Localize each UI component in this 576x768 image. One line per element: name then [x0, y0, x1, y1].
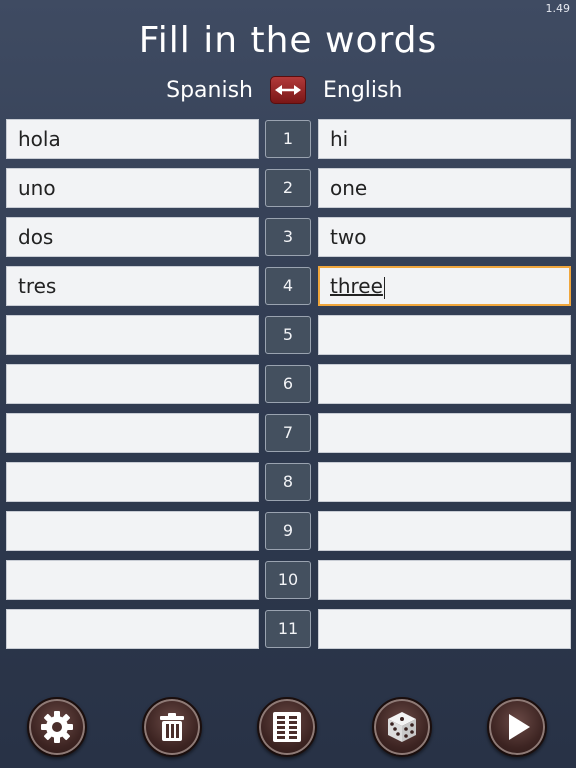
- swap-arrows-icon: [275, 85, 301, 95]
- list-icon: [273, 712, 301, 742]
- random-button[interactable]: [372, 697, 432, 757]
- word-row: 7: [0, 413, 576, 453]
- target-word-text: one: [330, 176, 368, 200]
- target-word-field[interactable]: hi: [318, 119, 571, 159]
- trash-icon: [160, 713, 184, 741]
- target-word-field[interactable]: [318, 511, 571, 551]
- target-word-field[interactable]: two: [318, 217, 571, 257]
- row-number: 3: [265, 218, 311, 256]
- row-number: 6: [265, 365, 311, 403]
- page-title: Fill in the words: [138, 20, 438, 61]
- target-word-field[interactable]: [318, 560, 571, 600]
- source-word-text: tres: [18, 274, 57, 298]
- source-word-field[interactable]: [6, 609, 259, 649]
- source-word-field[interactable]: [6, 560, 259, 600]
- source-word-field[interactable]: tres: [6, 266, 259, 306]
- source-word-field[interactable]: [6, 413, 259, 453]
- target-word-field[interactable]: [318, 609, 571, 649]
- word-row: tres 4 three: [0, 266, 576, 306]
- word-list-button[interactable]: [257, 697, 317, 757]
- source-word-text: hola: [18, 127, 61, 151]
- source-word-field[interactable]: [6, 315, 259, 355]
- play-button[interactable]: [487, 697, 547, 757]
- source-word-field[interactable]: uno: [6, 168, 259, 208]
- source-word-text: uno: [18, 176, 56, 200]
- swap-languages-button[interactable]: [270, 76, 306, 104]
- row-number: 9: [265, 512, 311, 550]
- word-row: 5: [0, 315, 576, 355]
- word-row: dos 3 two: [0, 217, 576, 257]
- gear-icon: [41, 711, 73, 743]
- target-word-text: hi: [330, 127, 349, 151]
- target-language-label: English: [323, 78, 403, 103]
- delete-button[interactable]: [142, 697, 202, 757]
- row-number: 7: [265, 414, 311, 452]
- text-cursor: [383, 276, 385, 299]
- row-number: 5: [265, 316, 311, 354]
- target-word-field-active[interactable]: three: [318, 266, 571, 306]
- version-label: 1.49: [545, 2, 571, 15]
- word-row: uno 2 one: [0, 168, 576, 208]
- word-row: 10: [0, 560, 576, 600]
- row-number: 11: [265, 610, 311, 648]
- row-number: 8: [265, 463, 311, 501]
- source-word-field[interactable]: [6, 511, 259, 551]
- play-icon: [509, 714, 530, 740]
- row-number: 4: [265, 267, 311, 305]
- word-row: hola 1 hi: [0, 119, 576, 159]
- target-word-field[interactable]: one: [318, 168, 571, 208]
- target-word-text: two: [330, 225, 367, 249]
- bottom-toolbar: [0, 697, 576, 759]
- settings-button[interactable]: [27, 697, 87, 757]
- source-word-field[interactable]: dos: [6, 217, 259, 257]
- source-language-label: Spanish: [166, 78, 253, 103]
- source-word-field[interactable]: [6, 364, 259, 404]
- row-number: 1: [265, 120, 311, 158]
- target-word-text: three: [330, 274, 383, 298]
- word-row: 11: [0, 609, 576, 649]
- dice-icon: [388, 712, 416, 742]
- target-word-field[interactable]: [318, 413, 571, 453]
- target-word-field[interactable]: [318, 462, 571, 502]
- source-word-text: dos: [18, 225, 54, 249]
- row-number: 10: [265, 561, 311, 599]
- word-row: 6: [0, 364, 576, 404]
- target-word-field[interactable]: [318, 315, 571, 355]
- word-row: 8: [0, 462, 576, 502]
- language-selector: Spanish English: [0, 76, 576, 108]
- source-word-field[interactable]: hola: [6, 119, 259, 159]
- word-row: 9: [0, 511, 576, 551]
- row-number: 2: [265, 169, 311, 207]
- target-word-field[interactable]: [318, 364, 571, 404]
- source-word-field[interactable]: [6, 462, 259, 502]
